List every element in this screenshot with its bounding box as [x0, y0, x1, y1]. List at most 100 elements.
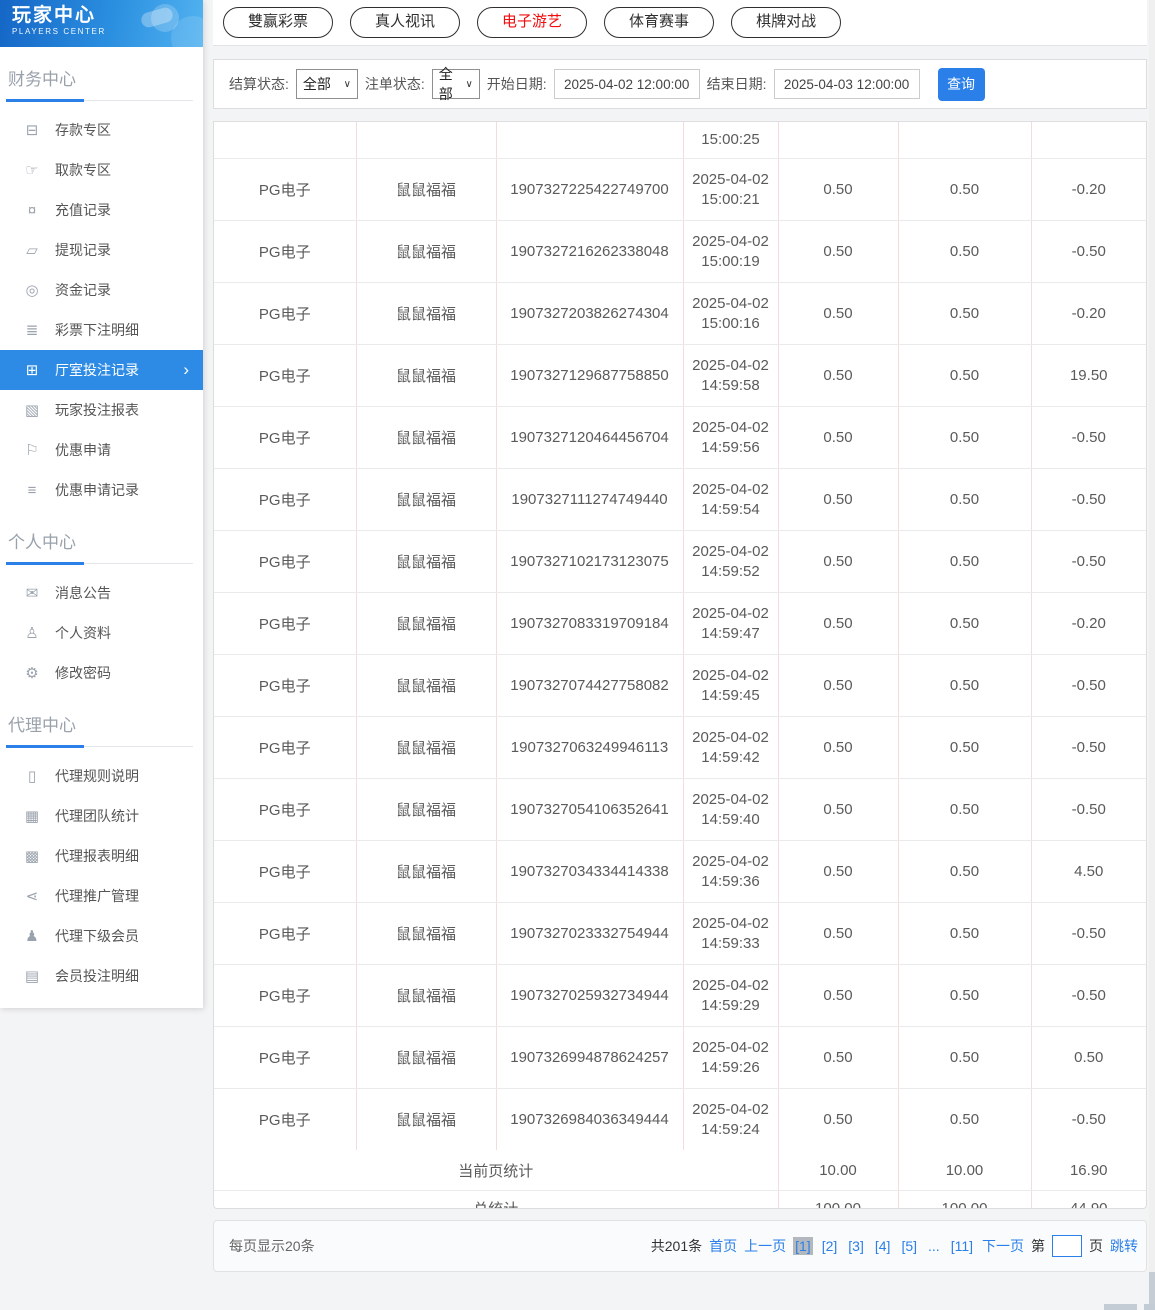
hall-cell: PG电子	[214, 779, 356, 841]
game-category-tab[interactable]: 电子游艺	[477, 7, 587, 38]
deposit-card-icon: ⊟	[22, 121, 42, 139]
bet-records-table-panel: 15:00:25 PG电子 鼠鼠福福 1907327225422749700 2…	[213, 121, 1147, 1209]
table-row: PG电子 鼠鼠福福 1907327034334414338 2025-04-02…	[214, 841, 1146, 903]
sidebar-item[interactable]: ⋖ 代理推广管理	[0, 876, 203, 916]
time-text: 14:59:45	[684, 686, 778, 706]
datetime-cell: 2025-04-02 14:59:29	[683, 965, 778, 1027]
page-number-link[interactable]: [5]	[899, 1237, 919, 1255]
funds-record-icon: ◎	[22, 281, 42, 299]
hall-cell: PG电子	[214, 407, 356, 469]
page-number-link[interactable]: [3]	[846, 1237, 866, 1255]
search-button[interactable]: 查询	[938, 68, 985, 101]
valid-bet-cell: 0.50	[898, 655, 1031, 717]
datetime-cell: 2025-04-02 14:59:45	[683, 655, 778, 717]
per-page-label: 每页显示20条	[229, 1236, 315, 1256]
datetime-cell: 2025-04-02 15:00:19	[683, 221, 778, 283]
table-row: PG电子 鼠鼠福福 1907327063249946113 2025-04-02…	[214, 717, 1146, 779]
sidebar-item-label: 存款专区	[55, 120, 111, 140]
sidebar-item[interactable]: ⊟ 存款专区	[0, 110, 203, 150]
sidebar-item[interactable]: ☞ 取款专区	[0, 150, 203, 190]
valid-bet-cell: 0.50	[898, 283, 1031, 345]
end-date-input[interactable]	[774, 69, 920, 99]
datetime-cell: 2025-04-02 14:59:54	[683, 469, 778, 531]
sidebar-item[interactable]: ≡ 优惠申请记录	[0, 470, 203, 510]
bet-amount-cell: 0.50	[778, 283, 898, 345]
sidebar-item[interactable]: ▱ 提现记录	[0, 230, 203, 270]
filter-bar: 结算状态: 全部 注单状态: 全部 开始日期: 结束日期: 查询	[213, 59, 1147, 109]
game-cell: 鼠鼠福福	[356, 593, 496, 655]
bet-amount-cell: 0.50	[778, 531, 898, 593]
order-number-cell: 1907327111274749440	[496, 469, 683, 531]
date-text: 2025-04-02	[684, 480, 778, 500]
page-summary-winloss: 16.90	[1031, 1150, 1146, 1191]
page-number-link[interactable]: [2]	[820, 1237, 840, 1255]
next-page-link[interactable]: 下一页	[982, 1236, 1024, 1256]
hall-cell: PG电子	[214, 717, 356, 779]
bet-amount-cell: 0.50	[778, 1089, 898, 1151]
jump-button[interactable]: 跳转	[1110, 1236, 1138, 1256]
recharge-record-icon: ¤	[22, 202, 42, 219]
total-summary-row: 总统计 100.00 100.00 44.90	[214, 1191, 1146, 1210]
game-cell: 鼠鼠福福	[356, 841, 496, 903]
sidebar-item[interactable]: ≣ 彩票下注明细	[0, 310, 203, 350]
first-page-link[interactable]: 首页	[709, 1236, 737, 1256]
datetime-cell: 2025-04-02 14:59:42	[683, 717, 778, 779]
sidebar-item[interactable]: ◎ 资金记录	[0, 270, 203, 310]
sidebar-item[interactable]: ♟ 代理下级会员	[0, 916, 203, 956]
table-row: PG电子 鼠鼠福福 1907327023332754944 2025-04-02…	[214, 903, 1146, 965]
sidebar-item[interactable]: ⚐ 优惠申请	[0, 430, 203, 470]
vertical-scrollbar-track	[1149, 0, 1155, 1310]
game-cell: 鼠鼠福福	[356, 221, 496, 283]
withdrawal-record-icon: ▱	[22, 241, 42, 259]
profile-person-icon: ♙	[22, 624, 42, 642]
bet-amount-cell: 0.50	[778, 1027, 898, 1089]
date-text: 2025-04-02	[684, 666, 778, 686]
game-category-tab[interactable]: 棋牌对战	[731, 7, 841, 38]
order-status-select[interactable]: 全部	[432, 69, 480, 99]
page-number-link[interactable]: [4]	[873, 1237, 893, 1255]
game-category-tab[interactable]: 体育赛事	[604, 7, 714, 38]
hall-cell: PG电子	[214, 469, 356, 531]
sidebar-item[interactable]: ▯ 代理规则说明	[0, 756, 203, 796]
table-row: PG电子 鼠鼠福福 1907326984036349444 2025-04-02…	[214, 1089, 1146, 1151]
start-date-input[interactable]	[554, 69, 700, 99]
game-cell: 鼠鼠福福	[356, 407, 496, 469]
datetime-cell: 2025-04-02 14:59:40	[683, 779, 778, 841]
time-text: 14:59:58	[684, 376, 778, 396]
horizontal-scrollbar-thumb[interactable]	[1104, 1304, 1137, 1310]
sidebar-item[interactable]: ▦ 代理团队统计	[0, 796, 203, 836]
game-category-tab[interactable]: 真人视讯	[350, 7, 460, 38]
sidebar-item[interactable]: ♙ 个人资料	[0, 613, 203, 653]
time-text: 14:59:54	[684, 500, 778, 520]
sidebar-item[interactable]: ▧ 玩家投注报表	[0, 390, 203, 430]
winloss-cell: -0.50	[1031, 221, 1146, 283]
time-text: 14:59:42	[684, 748, 778, 768]
settle-status-select[interactable]: 全部	[296, 69, 358, 99]
table-row: PG电子 鼠鼠福福 1907327129687758850 2025-04-02…	[214, 345, 1146, 407]
time-text: 14:59:33	[684, 934, 778, 954]
game-category-tab[interactable]: 雙赢彩票	[223, 7, 333, 38]
sidebar-item-label: 消息公告	[55, 583, 111, 603]
bet-amount-cell: 0.50	[778, 221, 898, 283]
sidebar-item[interactable]: ⊞ 厅室投注记录	[0, 350, 203, 390]
page-number-link[interactable]: ...	[926, 1237, 942, 1255]
datetime-cell: 2025-04-02 14:59:58	[683, 345, 778, 407]
table-row: PG电子 鼠鼠福福 1907326994878624257 2025-04-02…	[214, 1027, 1146, 1089]
page-number-link[interactable]: [1]	[793, 1237, 813, 1255]
sidebar-item[interactable]: ▩ 代理报表明细	[0, 836, 203, 876]
sidebar-item[interactable]: ⚙ 修改密码	[0, 653, 203, 693]
sidebar-item[interactable]: ▤ 会员投注明细	[0, 956, 203, 996]
hall-cell: PG电子	[214, 1089, 356, 1151]
bet-amount-cell: 0.50	[778, 593, 898, 655]
jump-page-input[interactable]	[1052, 1235, 1082, 1257]
page-number-link[interactable]: [11]	[949, 1237, 975, 1255]
sidebar-item-label: 代理推广管理	[55, 886, 139, 906]
datetime-cell: 15:00:25	[683, 122, 778, 159]
prev-page-link[interactable]: 上一页	[744, 1236, 786, 1256]
time-text: 14:59:29	[684, 996, 778, 1016]
sidebar-item[interactable]: ✉ 消息公告	[0, 573, 203, 613]
order-number-cell: 1907327034334414338	[496, 841, 683, 903]
valid-bet-cell: 0.50	[898, 1089, 1031, 1151]
sidebar-item[interactable]: ¤ 充值记录	[0, 190, 203, 230]
valid-bet-cell: 0.50	[898, 221, 1031, 283]
